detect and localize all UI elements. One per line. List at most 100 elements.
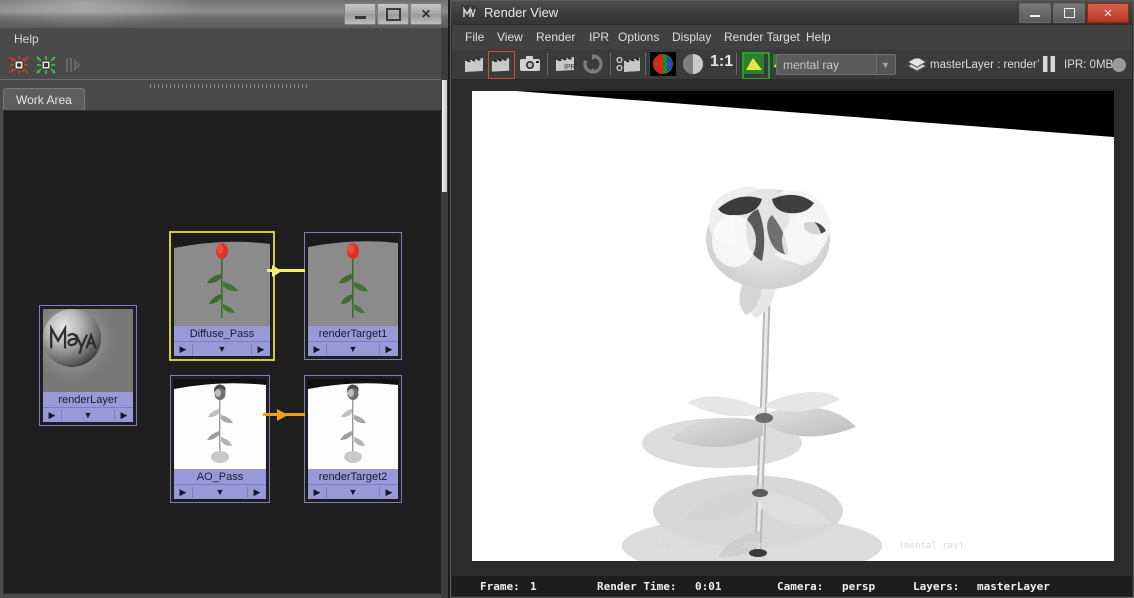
node-Diffuse_Pass[interactable]: Diffuse_Pass ▶ ▼ ▶ — [169, 231, 275, 361]
pause-ipr-icon[interactable] — [1042, 56, 1056, 72]
node-left-arrow-icon[interactable]: ▶ — [174, 486, 193, 498]
renderTarget1-thumbnail — [308, 236, 398, 326]
hypershade-toolbar: Show — [0, 50, 448, 127]
alpha-channel-icon[interactable] — [680, 52, 706, 76]
hypershade-title-bar[interactable]: ✕ — [0, 0, 448, 29]
toolbar-separator — [610, 53, 611, 75]
clear-graph-icon[interactable] — [62, 54, 84, 76]
node-expand-arrow-icon[interactable]: ▼ — [193, 487, 248, 497]
menu-display[interactable]: Display — [672, 30, 711, 44]
node-right-arrow-icon[interactable]: ▶ — [115, 410, 133, 421]
vertical-scrollbar-thumb[interactable] — [442, 80, 447, 192]
renderLayer-label: renderLayer — [43, 392, 133, 407]
render-current-frame-icon[interactable] — [462, 52, 486, 76]
snapshot-icon[interactable] — [518, 52, 542, 76]
Diffuse_Pass-buttons[interactable]: ▶ ▼ ▶ — [174, 341, 270, 356]
render-view-window-controls: ✕ — [1017, 3, 1129, 23]
hypershade-menu-bar: Help — [0, 28, 448, 51]
render-view-title: Render View — [484, 5, 559, 20]
node-expand-arrow-icon[interactable]: ▼ — [62, 410, 115, 420]
node-right-arrow-icon[interactable]: ▶ — [252, 344, 270, 355]
maya-wordmark-icon — [50, 324, 97, 354]
renderTarget1-buttons[interactable]: ▶ ▼ ▶ — [308, 341, 398, 356]
input-connections-icon[interactable] — [8, 54, 30, 76]
render-layer-icon[interactable] — [905, 52, 929, 76]
node-AO_Pass[interactable]: AO_Pass ▶ ▼ ▶ — [170, 375, 270, 503]
render-view-title-bar[interactable]: Render View ✕ — [451, 1, 1133, 25]
menu-ipr[interactable]: IPR — [589, 30, 609, 44]
image-size-info: size: 640 x 480 — [622, 541, 704, 551]
minimize-button[interactable] — [1019, 3, 1051, 23]
layers-value: masterLayer — [977, 579, 1050, 593]
node-renderLayer[interactable]: renderLayer ▶ ▼ ▶ — [39, 305, 137, 426]
node-renderTarget2[interactable]: renderTarget2 ▶ ▼ ▶ — [304, 375, 402, 503]
renderTarget1-label: renderTarget1 — [308, 326, 398, 341]
menu-render-target[interactable]: Render Target — [724, 30, 800, 44]
toolbar-separator — [645, 53, 646, 75]
maximize-button[interactable] — [1053, 3, 1085, 23]
node-right-arrow-icon[interactable]: ▶ — [380, 344, 398, 355]
tab-strip: Work Area — [0, 88, 448, 111]
menu-help[interactable]: Help — [14, 32, 39, 46]
layers-label: Layers: — [913, 579, 960, 593]
keep-image-button[interactable] — [742, 52, 770, 80]
render-view-menu-bar: File View Render IPR Options Display Ren… — [452, 25, 1132, 49]
node-graph-canvas[interactable]: renderLayer ▶ ▼ ▶ Diffuse_Pass ▶ ▼ ▶ ren… — [3, 110, 442, 594]
redo-previous-render-button[interactable] — [488, 51, 515, 79]
ipr-render-icon[interactable]: IPR — [553, 52, 577, 76]
render-image-area[interactable]: size: 640 x 480 zoom: 1.000 (mental ray) — [452, 79, 1132, 577]
close-button[interactable]: ✕ — [410, 3, 442, 25]
chevron-down-icon[interactable]: ▼ — [876, 55, 894, 74]
redo-previous-render-icon — [491, 58, 510, 72]
renderer-dropdown[interactable]: mental ray ▼ — [776, 54, 896, 75]
screen-root: ✕ Help Work Area renderLayer ▶ ▼ ▶ Diffu… — [0, 0, 1134, 598]
renderLayer-thumbnail — [43, 309, 133, 392]
node-left-arrow-icon[interactable]: ▶ — [43, 409, 62, 421]
renderTarget2-buttons[interactable]: ▶ ▼ ▶ — [308, 484, 398, 499]
AO_Pass-label: AO_Pass — [174, 469, 266, 484]
render-time-value: 0:01 — [695, 579, 722, 593]
toolbar-separator — [547, 53, 548, 75]
node-expand-arrow-icon[interactable]: ▼ — [193, 344, 252, 354]
menu-help[interactable]: Help — [806, 30, 831, 44]
menu-options[interactable]: Options — [618, 30, 659, 44]
node-expand-arrow-icon[interactable]: ▼ — [327, 344, 380, 354]
ipr-memory-label: IPR: 0MB — [1064, 59, 1114, 71]
refresh-ipr-icon[interactable] — [581, 52, 605, 76]
node-right-arrow-icon[interactable]: ▶ — [380, 487, 398, 498]
rgb-channels-icon[interactable] — [650, 52, 676, 76]
rendertarget1-flower-preview — [308, 236, 398, 326]
AO_Pass-buttons[interactable]: ▶ ▼ ▶ — [174, 484, 266, 499]
AO_Pass-thumbnail — [174, 379, 266, 469]
toolbar-separator — [736, 53, 737, 75]
node-left-arrow-icon[interactable]: ▶ — [308, 343, 327, 355]
node-right-arrow-icon[interactable]: ▶ — [248, 487, 266, 498]
frame-value: 1 — [530, 579, 537, 593]
node-renderTarget1[interactable]: renderTarget1 ▶ ▼ ▶ — [304, 232, 402, 360]
maximize-button[interactable] — [377, 3, 409, 25]
menu-render[interactable]: Render — [536, 30, 575, 44]
hypershade-window-controls: ✕ — [343, 3, 442, 25]
rendered-image[interactable]: size: 640 x 480 zoom: 1.000 (mental ray) — [472, 91, 1114, 561]
node-left-arrow-icon[interactable]: ▶ — [174, 343, 193, 355]
hypershade-window: ✕ Help Work Area renderLayer ▶ ▼ ▶ Diffu… — [0, 0, 448, 598]
menu-file[interactable]: File — [465, 30, 484, 44]
output-connections-icon[interactable] — [35, 54, 57, 76]
node-expand-arrow-icon[interactable]: ▼ — [327, 487, 380, 497]
ipr-region-icon[interactable] — [616, 52, 642, 76]
image-renderer-info: (mental ray) — [898, 541, 964, 551]
minimize-button[interactable] — [344, 3, 376, 25]
maya-app-icon — [461, 5, 477, 21]
maya-logo-icon — [43, 309, 101, 367]
close-button[interactable]: ✕ — [1087, 3, 1129, 23]
frame-label: Frame: — [480, 579, 520, 593]
camera-value: persp — [842, 579, 876, 593]
node-left-arrow-icon[interactable]: ▶ — [308, 486, 327, 498]
renderTarget2-thumbnail — [308, 379, 398, 469]
menu-view[interactable]: View — [497, 30, 523, 44]
renderLayer-buttons[interactable]: ▶ ▼ ▶ — [43, 407, 133, 422]
tab-work-area[interactable]: Work Area — [3, 88, 85, 111]
real-size-label[interactable]: 1:1 — [710, 53, 733, 77]
keep-image-icon — [744, 54, 764, 74]
renderTarget2-label: renderTarget2 — [308, 469, 398, 484]
